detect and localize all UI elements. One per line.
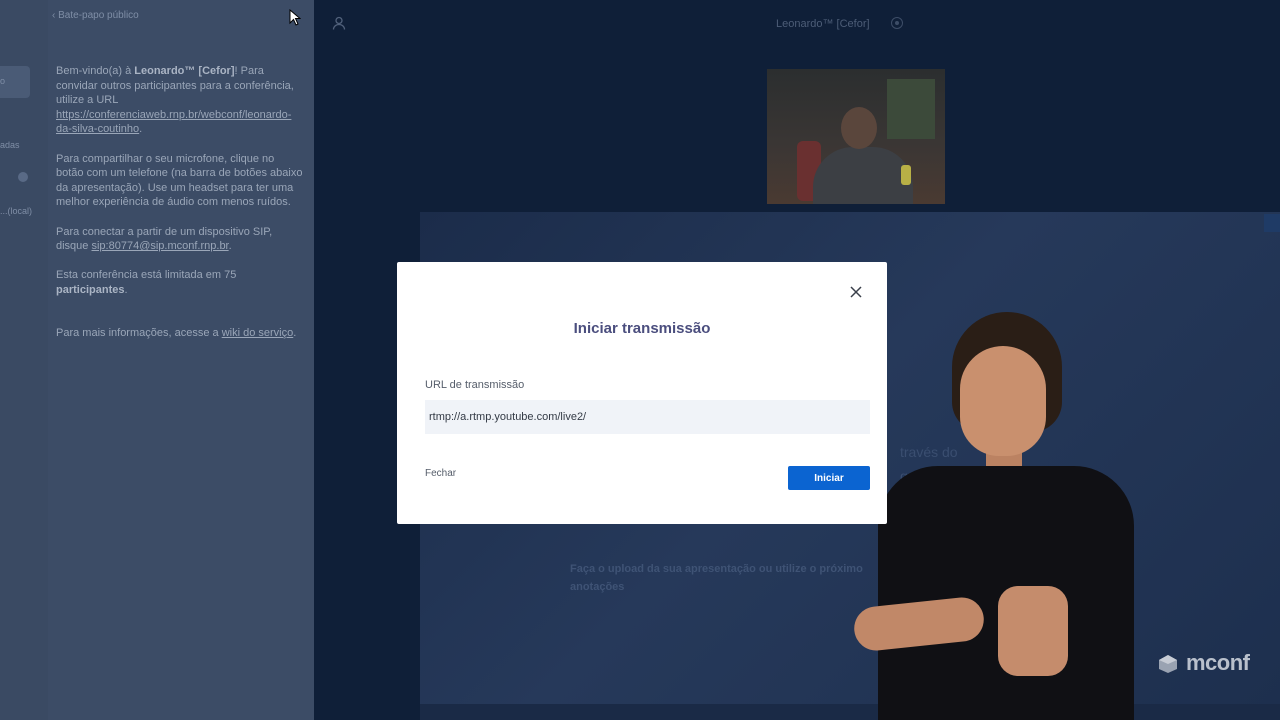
chat-message-list: Bem-vindo(a) à Leonardo™ [Cefor]! Para c… bbox=[56, 64, 304, 355]
top-bar: Leonardo™ [Cefor] bbox=[314, 0, 1280, 48]
left-nav-rail: o adas ...(local) bbox=[0, 0, 48, 720]
chat-text: participantes bbox=[56, 283, 125, 296]
chat-message: Esta conferência está limitada em 75 par… bbox=[56, 268, 304, 297]
webcam-object bbox=[901, 165, 911, 185]
presentation-side-tab[interactable] bbox=[1264, 214, 1280, 232]
chat-link[interactable]: https://conferenciaweb.rnp.br/webconf/le… bbox=[56, 109, 291, 136]
sign-language-interpreter bbox=[848, 306, 1148, 720]
user-icon[interactable] bbox=[332, 16, 346, 30]
chat-text: Esta conferência está limitada em 75 bbox=[56, 269, 237, 282]
chat-text: . bbox=[124, 283, 128, 296]
chat-message: Para mais informações, acesse a wiki do … bbox=[56, 326, 304, 341]
chat-text: . bbox=[139, 123, 143, 136]
public-chat-panel: ‹ Bate-papo público Bem-vindo(a) à Leona… bbox=[48, 0, 314, 720]
stream-url-input[interactable] bbox=[425, 400, 870, 434]
presentation-hint-line-2: anotações bbox=[570, 581, 625, 593]
mconf-watermark: mconf bbox=[1158, 650, 1250, 676]
presentation-hint-line-1: Faça o upload da sua apresentação ou uti… bbox=[570, 563, 863, 575]
chat-text: . bbox=[293, 327, 297, 340]
meeting-title: Leonardo™ [Cefor] bbox=[776, 18, 870, 30]
mconf-logo-icon bbox=[1159, 655, 1177, 673]
webcam-body bbox=[813, 147, 913, 204]
chat-message: Bem-vindo(a) à Leonardo™ [Cefor]! Para c… bbox=[56, 64, 304, 137]
rail-snippet-3: ...(local) bbox=[0, 206, 33, 216]
stream-url-label: URL de transmissão bbox=[425, 379, 525, 391]
chat-link[interactable]: wiki do serviço bbox=[222, 327, 294, 339]
chat-link[interactable]: sip:80774@sip.mconf.rnp.br bbox=[91, 240, 228, 252]
chat-message: Para compartilhar o seu microfone, cliqu… bbox=[56, 152, 304, 210]
start-button[interactable]: Iniciar bbox=[788, 466, 870, 490]
close-button[interactable]: Fechar bbox=[425, 468, 456, 479]
chat-text: Leonardo™ [Cefor] bbox=[134, 65, 235, 77]
mouse-cursor-icon bbox=[289, 9, 301, 26]
chat-text: . bbox=[228, 240, 232, 253]
rail-status-dot bbox=[18, 172, 28, 182]
rail-snippet-1: o bbox=[0, 76, 6, 86]
start-stream-modal: Iniciar transmissão URL de transmissão F… bbox=[397, 262, 887, 524]
recording-icon[interactable] bbox=[891, 17, 903, 29]
chat-text: Bem-vindo(a) à bbox=[56, 65, 135, 77]
chat-panel-title: Bate-papo público bbox=[58, 10, 139, 21]
interpreter-hand bbox=[998, 586, 1068, 676]
chat-text: Para mais informações, acesse a bbox=[56, 327, 222, 340]
presentation-upload-hint: Faça o upload da sua apresentação ou uti… bbox=[570, 560, 890, 596]
webcam-background bbox=[887, 79, 935, 139]
interpreter-face bbox=[960, 346, 1046, 456]
webcam-head bbox=[841, 107, 877, 149]
chat-back-link[interactable]: ‹ Bate-papo público bbox=[52, 10, 139, 21]
modal-title: Iniciar transmissão bbox=[573, 320, 711, 337]
chat-text: Para compartilhar o seu microfone, cliqu… bbox=[56, 152, 303, 209]
chat-message: Para conectar a partir de um dispositivo… bbox=[56, 225, 304, 254]
chat-spacer bbox=[56, 312, 304, 326]
rail-snippet-2: adas bbox=[0, 140, 20, 150]
mconf-brand-text: mconf bbox=[1186, 650, 1250, 675]
close-icon[interactable] bbox=[848, 284, 864, 300]
chevron-left-icon: ‹ bbox=[52, 10, 56, 21]
webcam-video[interactable] bbox=[767, 69, 945, 204]
